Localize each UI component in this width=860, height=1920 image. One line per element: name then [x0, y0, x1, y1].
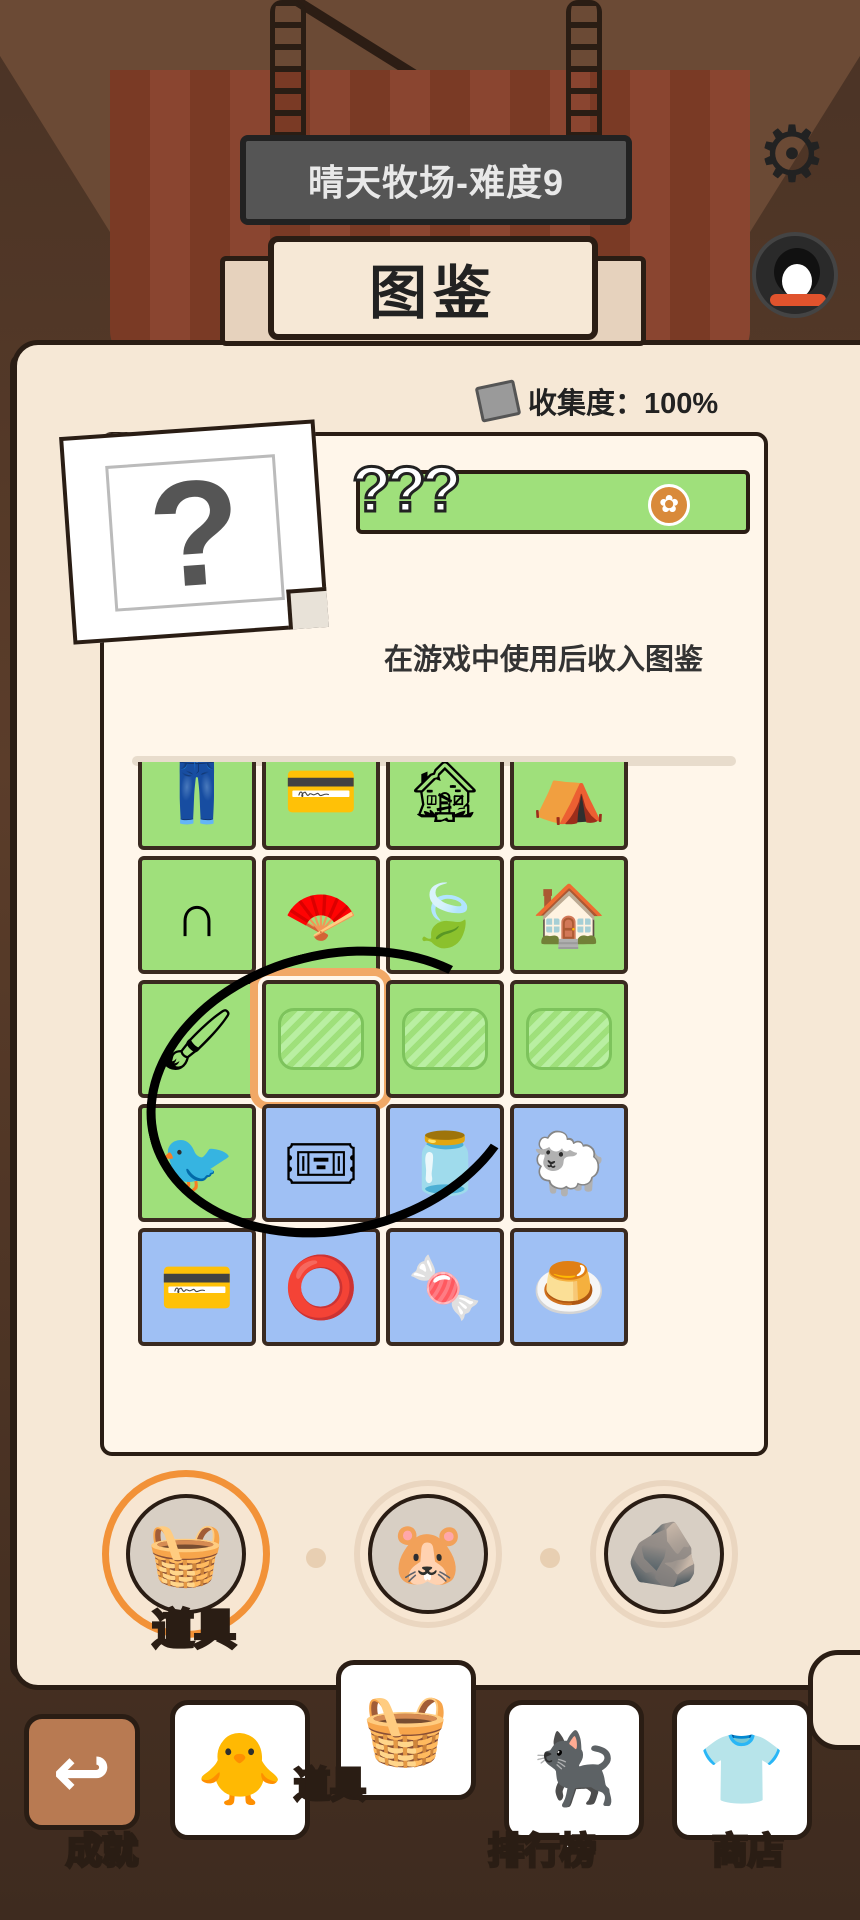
item-tile[interactable]: 💳 — [262, 762, 380, 850]
item-tile[interactable]: ⛺ — [510, 762, 628, 850]
nav-tab[interactable]: 👕 — [672, 1700, 812, 1840]
page-curl — [808, 1650, 860, 1750]
ring-icon: ⭕ — [283, 1253, 359, 1321]
category-tab[interactable]: 🪨 — [590, 1480, 738, 1628]
nav-tab-label: 商店 — [710, 1829, 785, 1873]
item-name: ??? — [350, 452, 462, 527]
item-preview-card: ? — [59, 419, 329, 645]
item-tile[interactable]: 🐑 — [510, 1104, 628, 1222]
shirt-icon: 👕 — [698, 1730, 786, 1808]
coin-icon: ✿ — [648, 484, 690, 526]
item-description: 在游戏中使用后收入图鉴 — [384, 644, 704, 676]
gumball-machine-icon: 🍬 — [407, 1253, 483, 1321]
item-tile[interactable]: 💳 — [138, 1228, 256, 1346]
item-tile[interactable]: ∩ — [138, 856, 256, 974]
tent-icon: ⛺ — [531, 762, 607, 825]
collection-progress: 收集度：100% — [474, 379, 719, 423]
book-icon — [474, 379, 522, 423]
dog-house-icon: 🏠 — [531, 881, 607, 949]
haunted-house-icon: 🏚 — [406, 762, 484, 825]
folding-fan-icon: 🪭 — [283, 881, 359, 949]
category-separator-dot — [306, 1548, 326, 1568]
item-tile[interactable]: 🏠 — [510, 856, 628, 974]
nav-tab-label: 道具 — [292, 1763, 367, 1807]
leaf-icon: 🍃 — [407, 881, 483, 949]
category-tab[interactable]: 🐹 — [354, 1480, 502, 1628]
nav-tab-label: 排行榜 — [486, 1829, 597, 1873]
rocks-icon: 🪨 — [604, 1494, 724, 1614]
back-button[interactable]: ↩ — [24, 1714, 140, 1830]
unknown-item-icon — [526, 1008, 612, 1070]
nav-tab[interactable]: 🐈‍⬛ — [504, 1700, 644, 1840]
item-tile[interactable]: ⭕ — [262, 1228, 380, 1346]
page-title: 图鉴 — [268, 236, 598, 340]
back-arrow-icon: ↩ — [52, 1733, 112, 1811]
level-sign: 晴天牧场-难度9 — [240, 135, 632, 225]
horseshoe-icon: ∩ — [175, 881, 219, 949]
collection-label: 收集度：100% — [528, 388, 719, 420]
black-cat-icon: 🐈‍⬛ — [530, 1730, 618, 1808]
item-tile[interactable]: 👖 — [138, 762, 256, 850]
sheep-bubble-icon: 🐑 — [531, 1129, 607, 1197]
item-tile[interactable]: 🏚 — [386, 762, 504, 850]
card-orange-icon: 💳 — [159, 1253, 235, 1321]
nav-tab[interactable]: 🐥 — [170, 1700, 310, 1840]
picnic-basket-icon: 🧺 — [362, 1690, 450, 1768]
overalls-icon: 👖 — [159, 762, 235, 825]
nav-tab-label: 成就 — [64, 1829, 139, 1873]
sign-chain-right — [566, 0, 602, 150]
card-fold — [286, 586, 329, 630]
penguin-avatar-icon[interactable] — [752, 232, 838, 318]
category-separator-dot — [540, 1548, 560, 1568]
card-icon: 💳 — [283, 762, 359, 825]
gear-icon[interactable]: ⚙ — [752, 114, 832, 194]
pudding-icon: 🍮 — [531, 1253, 607, 1321]
category-label-props: 道具 — [150, 1605, 237, 1655]
item-tile[interactable]: 🍮 — [510, 1228, 628, 1346]
item-tile[interactable] — [510, 980, 628, 1098]
sign-chain-left — [270, 0, 306, 150]
item-tile[interactable]: 🍬 — [386, 1228, 504, 1346]
chick-icon: 🐥 — [196, 1730, 284, 1808]
hamster-icon: 🐹 — [368, 1494, 488, 1614]
question-mark-icon: ? — [105, 446, 285, 620]
